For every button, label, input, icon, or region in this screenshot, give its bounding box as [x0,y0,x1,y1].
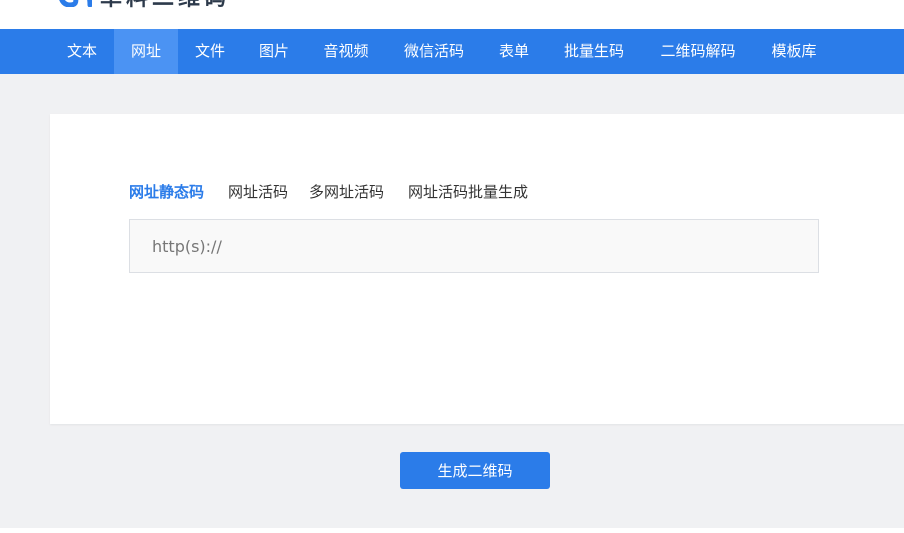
logo-mark-icon [58,0,92,7]
footer-strip [0,528,904,533]
url-input[interactable] [129,219,819,273]
nav-item-qr-decode[interactable]: 二维码解码 [642,29,754,74]
nav-item-form[interactable]: 表单 [482,29,546,74]
nav-item-text[interactable]: 文本 [50,29,114,74]
subtab-multi-url-live-code[interactable]: 多网址活码 [309,181,384,203]
logo-text: 草料二维码 [100,0,230,12]
nav-item-audio-video[interactable]: 音视频 [306,29,386,74]
nav-item-image[interactable]: 图片 [242,29,306,74]
nav-item-url[interactable]: 网址 [114,29,178,74]
nav-item-batch-generate[interactable]: 批量生码 [546,29,642,74]
nav-item-wechat-live-code[interactable]: 微信活码 [386,29,482,74]
nav-item-template-library[interactable]: 模板库 [754,29,834,74]
top-header: 草料二维码 [0,0,904,29]
subtab-url-live-code[interactable]: 网址活码 [228,181,288,203]
site-logo[interactable]: 草料二维码 [58,0,230,11]
nav-item-file[interactable]: 文件 [178,29,242,74]
subtab-url-live-code-batch[interactable]: 网址活码批量生成 [408,181,528,203]
subtab-url-static-code[interactable]: 网址静态码 [129,181,204,203]
main-nav: 文本 网址 文件 图片 音视频 微信活码 表单 批量生码 二维码解码 模板库 [0,29,904,74]
generate-qr-button[interactable]: 生成二维码 [400,452,550,489]
